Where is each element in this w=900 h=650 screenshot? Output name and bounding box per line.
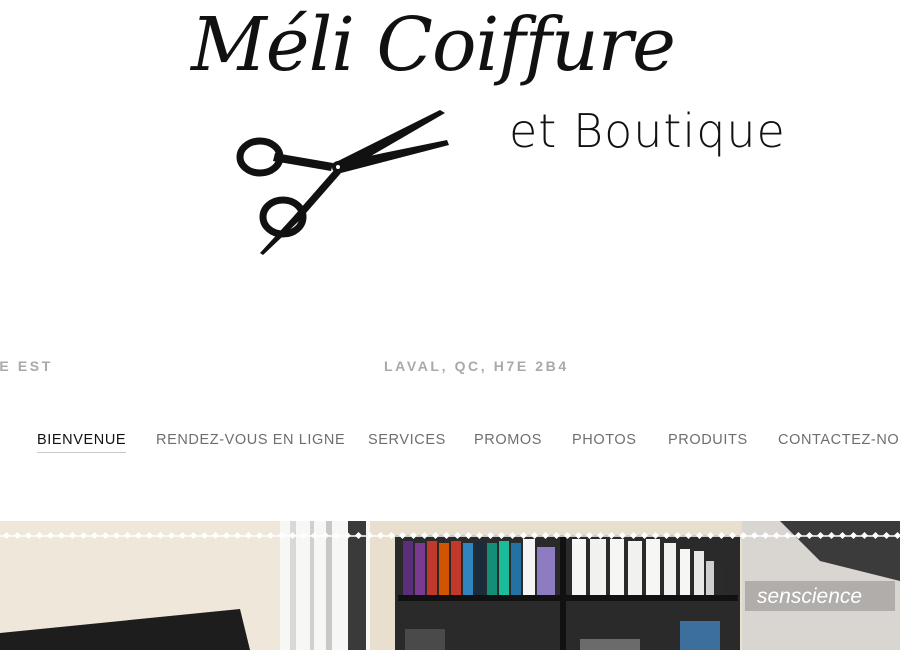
site-logo[interactable]: Méli Coiffure et Boutique — [185, 0, 785, 270]
nav-item-services[interactable]: SERVICES — [368, 432, 446, 452]
logo-title: Méli Coiffure — [191, 2, 676, 88]
nav-item-promos[interactable]: PROMOS — [474, 432, 542, 452]
scissors-icon — [236, 110, 449, 255]
address-city: LAVAL, QC, H7E 2B4 — [384, 358, 569, 374]
nav-item-contactez[interactable]: CONTACTEZ-NOU — [778, 432, 900, 452]
address-street: RDE EST — [0, 358, 53, 374]
nav-item-rendez-vous[interactable]: RENDEZ-VOUS EN LIGNE — [156, 432, 345, 452]
logo-subtitle: et Boutique — [509, 104, 786, 158]
brand-sign-text: senscience — [757, 585, 862, 608]
nav-item-photos[interactable]: PHOTOS — [572, 432, 637, 452]
nav-item-produits[interactable]: PRODUITS — [668, 432, 748, 452]
salon-photo: senscience — [0, 521, 900, 650]
nav-item-bienvenue[interactable]: BIENVENUE — [37, 432, 127, 453]
page: Méli Coiffure et Boutique RDE EST LAVAL,… — [0, 0, 900, 650]
main-nav: BIENVENUE RENDEZ-VOUS EN LIGNE SERVICES … — [0, 432, 900, 458]
hero-image: senscience — [0, 521, 900, 650]
